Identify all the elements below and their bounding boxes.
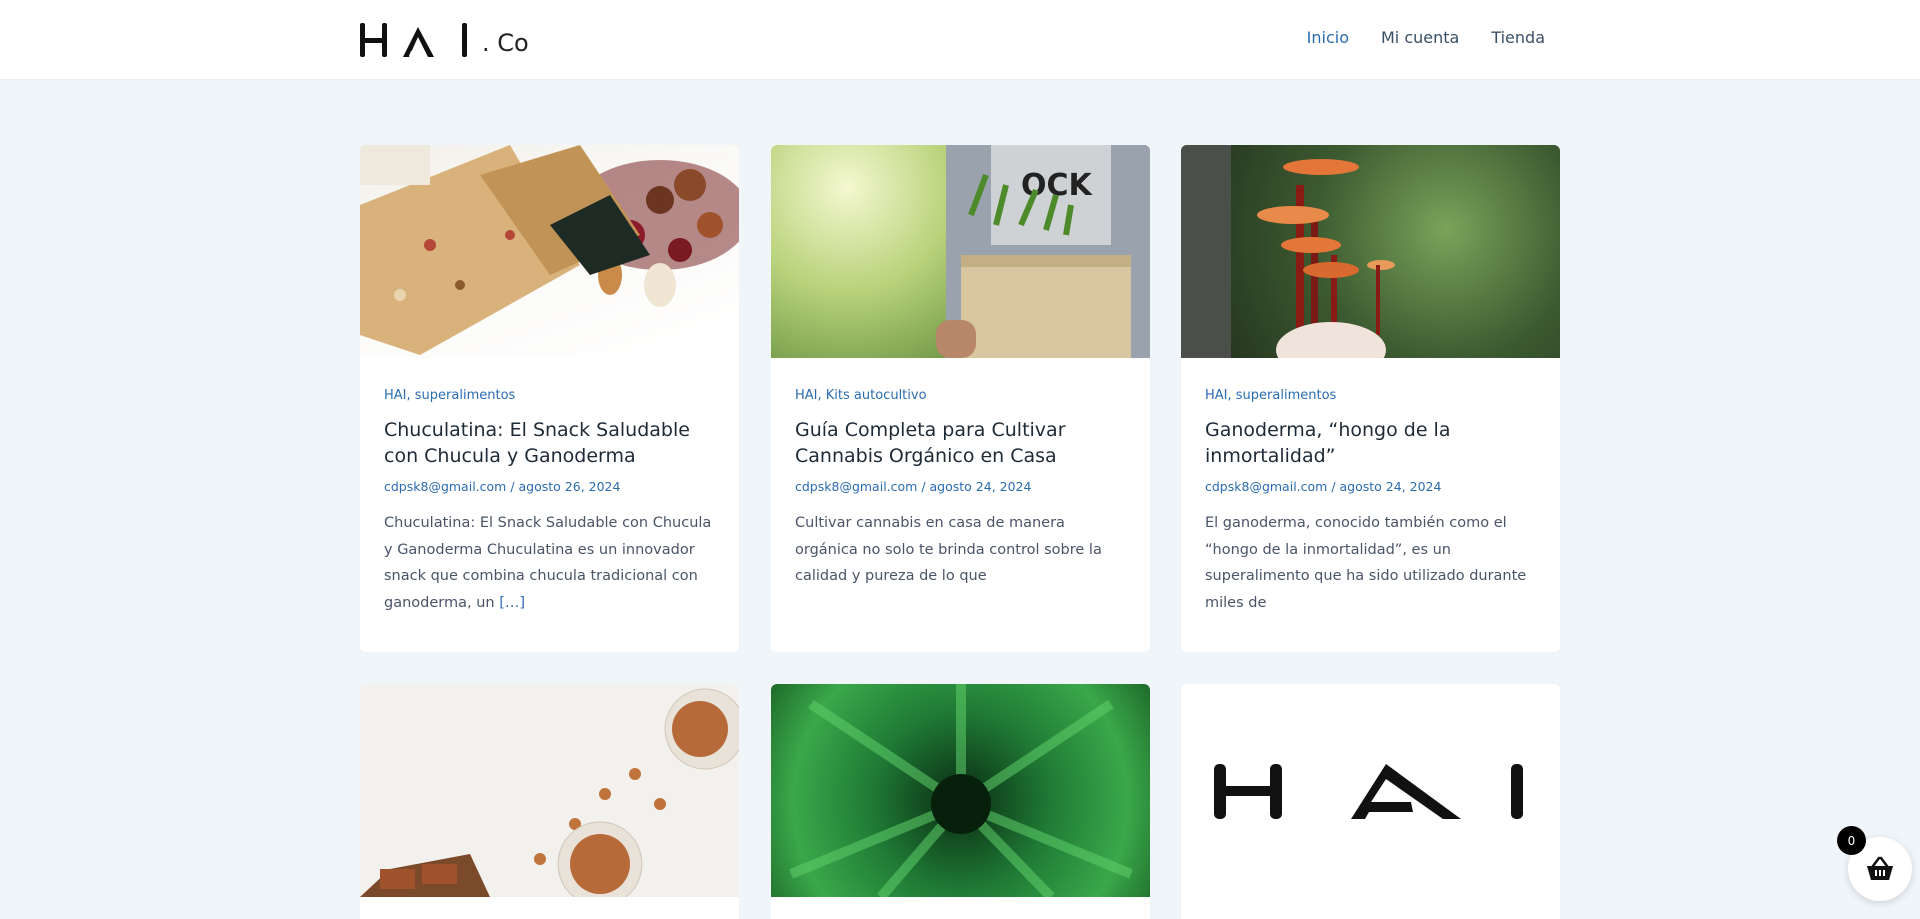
post-excerpt: Chuculatina: El Snack Saludable con Chuc…: [384, 510, 715, 616]
nav-item-inicio[interactable]: Inicio: [1307, 28, 1349, 47]
post-card: [771, 684, 1150, 919]
ganoderma-mushroom-image: [1181, 145, 1395, 358]
post-author[interactable]: cdpsk8@gmail.com: [1205, 479, 1327, 494]
green-plant-image: [789, 684, 1133, 897]
post-author[interactable]: cdpsk8@gmail.com: [384, 479, 506, 494]
hai-logo-icon: [360, 23, 467, 57]
post-title[interactable]: Ganoderma, “hongo de la inmortalidad”: [1205, 417, 1536, 469]
post-meta: cdpsk8@gmail.com / agosto 24, 2024: [795, 479, 1032, 494]
post-excerpt-text: El ganoderma, conocido también como el “…: [1205, 515, 1527, 611]
site-header: . Co Inicio Mi cuenta Tienda: [0, 0, 1920, 80]
post-title[interactable]: Guía Completa para Cultivar Cannabis Org…: [795, 417, 1126, 469]
post-card: [360, 684, 739, 919]
post-thumbnail[interactable]: [360, 684, 739, 897]
post-meta: cdpsk8@gmail.com / agosto 26, 2024: [384, 479, 621, 494]
post-thumbnail[interactable]: [1181, 684, 1560, 897]
post-date[interactable]: agosto 26, 2024: [519, 479, 621, 494]
post-meta: cdpsk8@gmail.com / agosto 24, 2024: [1205, 479, 1442, 494]
post-date[interactable]: agosto 24, 2024: [930, 479, 1032, 494]
post-excerpt-text: Chuculatina: El Snack Saludable con Chuc…: [384, 515, 712, 611]
nuts-image: [360, 688, 739, 897]
post-excerpt: El ganoderma, conocido también como el “…: [1205, 510, 1536, 616]
site-logo[interactable]: . Co: [358, 18, 529, 62]
nav-item-mi-cuenta[interactable]: Mi cuenta: [1381, 28, 1459, 47]
nav-item-tienda[interactable]: Tienda: [1491, 28, 1545, 47]
post-author[interactable]: cdpsk8@gmail.com: [795, 479, 917, 494]
post-card: OCK HAI, Kits autocultivo Guía Completa …: [771, 145, 1150, 652]
post-thumbnail[interactable]: [360, 145, 739, 358]
post-thumbnail[interactable]: OCK: [771, 145, 1150, 358]
cart-count-badge: 0: [1837, 826, 1866, 855]
category-link[interactable]: Kits autocultivo: [826, 388, 927, 403]
post-card: HAI, superalimentos Chuculatina: El Snac…: [360, 145, 739, 652]
category-link[interactable]: HAI: [795, 388, 818, 403]
snack-bar-image: [360, 145, 739, 355]
category-link[interactable]: HAI: [384, 388, 407, 403]
post-title[interactable]: Chuculatina: El Snack Saludable con Chuc…: [384, 417, 715, 469]
post-thumbnail[interactable]: [771, 684, 1150, 897]
post-card: [1181, 684, 1560, 919]
read-more-link[interactable]: […]: [499, 595, 525, 611]
post-excerpt-text: Cultivar cannabis en casa de manera orgá…: [795, 515, 1102, 584]
category-link[interactable]: superalimentos: [1236, 388, 1337, 403]
hai-logo-icon: [1214, 764, 1523, 819]
post-thumbnail[interactable]: [1181, 145, 1560, 358]
logo-suffix: . Co: [482, 29, 529, 57]
post-date[interactable]: agosto 24, 2024: [1340, 479, 1442, 494]
post-card: HAI, superalimentos Ganoderma, “hongo de…: [1181, 145, 1560, 652]
category-link[interactable]: HAI: [1205, 388, 1228, 403]
post-excerpt: Cultivar cannabis en casa de manera orgá…: [795, 510, 1126, 590]
post-categories: HAI, Kits autocultivo: [795, 388, 927, 403]
basket-icon: [1867, 856, 1893, 880]
category-link[interactable]: superalimentos: [415, 388, 516, 403]
post-categories: HAI, superalimentos: [384, 388, 516, 403]
seedling-tray-image: OCK: [936, 145, 1150, 358]
main-nav: Inicio Mi cuenta Tienda: [1307, 28, 1545, 47]
post-categories: HAI, superalimentos: [1205, 388, 1337, 403]
